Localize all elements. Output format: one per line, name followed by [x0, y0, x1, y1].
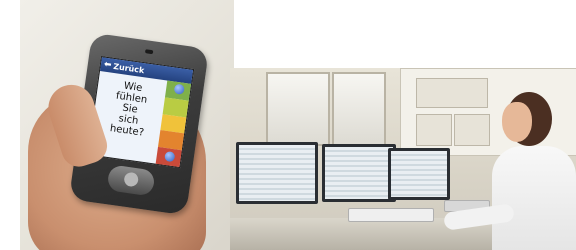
wall-board [416, 114, 452, 146]
wall-sign [416, 78, 488, 108]
back-arrow-icon: ⬅ [103, 59, 113, 71]
photo-control-room [230, 68, 576, 250]
operator-body [492, 146, 576, 250]
keyboard [348, 208, 434, 222]
back-label: Zurück [112, 61, 145, 75]
monitor [388, 148, 450, 200]
operator-face [502, 102, 532, 142]
window [332, 72, 386, 146]
question-text: Wie fühlen Sie sich heute? [95, 78, 164, 141]
phone-speaker [144, 49, 154, 55]
photo-hand-holding-phone: ⬅ Zurück Wie fühlen Sie sich heute? [20, 0, 234, 250]
monitor [236, 142, 318, 204]
wall-board [454, 114, 490, 146]
window [266, 72, 330, 146]
monitor [322, 144, 396, 202]
